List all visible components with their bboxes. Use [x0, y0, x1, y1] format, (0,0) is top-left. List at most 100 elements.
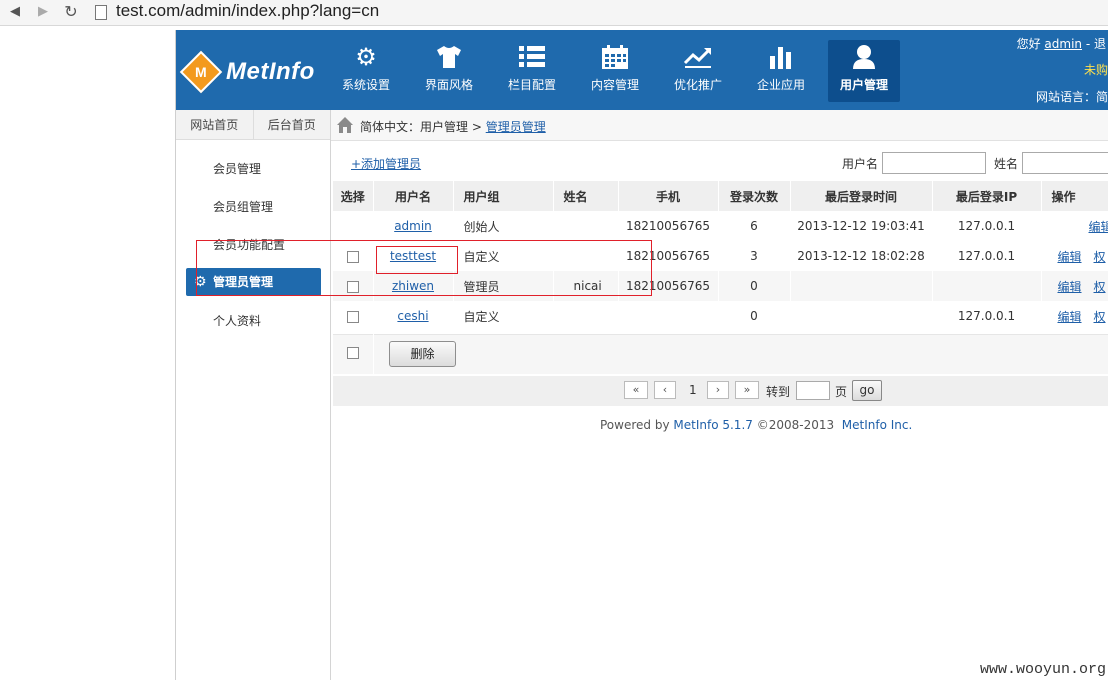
sidebar-item-member-group-management[interactable]: 会员组管理 [213, 198, 273, 215]
edit-link[interactable]: 编辑 [1058, 280, 1082, 294]
col-header-actions: 操作 [1041, 181, 1108, 211]
trend-icon [662, 40, 734, 74]
nav-label: 企业应用 [756, 78, 805, 92]
first-page-button[interactable]: « [624, 381, 648, 399]
metinfo-logo[interactable]: M MetInfo [179, 50, 315, 94]
last-login-ip-cell: 127.0.0.1 [932, 301, 1042, 331]
reload-icon[interactable]: ↻ [62, 3, 80, 21]
sidebar-item-member-management[interactable]: 会员管理 [213, 160, 261, 177]
search-name-input[interactable] [1022, 152, 1108, 174]
nav-content-management[interactable]: 内容管理 [579, 40, 651, 102]
search-username-input[interactable] [882, 152, 986, 174]
next-page-button[interactable]: › [707, 381, 729, 399]
nav-seo-promotion[interactable]: 优化推广 [662, 40, 734, 102]
nav-label: 用户管理 [839, 78, 888, 92]
edit-link[interactable]: 编辑 [1058, 250, 1082, 264]
phone-cell: 18210056765 [618, 211, 719, 241]
nav-label: 系统设置 [341, 78, 390, 92]
nav-label: 优化推广 [673, 78, 722, 92]
col-header-last-login-time: 最后登录时间 [790, 181, 933, 211]
name-cell [553, 211, 619, 241]
col-header-last-login-ip: 最后登录IP [932, 181, 1042, 211]
sidebar-divider [330, 110, 331, 680]
phone-cell [618, 301, 719, 331]
actions-cell: 编辑权 [1041, 241, 1108, 271]
username-link[interactable]: admin [394, 219, 432, 233]
search-username-label: 用户名 [842, 157, 879, 171]
goto-label: 转到 [766, 385, 791, 399]
permission-link[interactable]: 权 [1094, 280, 1106, 294]
home-icon[interactable] [336, 116, 354, 134]
row-checkbox[interactable] [346, 310, 359, 323]
back-arrow-icon[interactable]: ◀ [6, 3, 24, 21]
powered-by-footer: Powered by MetInfo 5.1.7 ©2008-2013 MetI… [600, 418, 913, 432]
tshirt-icon [413, 40, 485, 74]
tab-site-home[interactable]: 网站首页 [176, 110, 253, 139]
site-language: 网站语言：简 [1035, 90, 1108, 104]
login-count-cell: 6 [718, 211, 791, 241]
company-link[interactable]: MetInfo Inc. [842, 418, 913, 432]
breadcrumb: 简体中文：用户管理 > 管理员管理 [331, 110, 1108, 141]
sidebar-item-profile[interactable]: 个人资料 [213, 312, 261, 329]
actions-cell: 编辑权 [1041, 301, 1108, 331]
bar-chart-icon [745, 40, 817, 74]
table-row: admin 创始人 18210056765 6 2013-12-12 19:03… [333, 211, 1108, 241]
actions-cell: 编辑 [1041, 211, 1108, 241]
actions-cell: 编辑权 [1041, 271, 1108, 301]
col-header-username: 用户名 [373, 181, 454, 211]
select-all-checkbox[interactable] [347, 347, 359, 359]
name-cell [553, 301, 619, 331]
group-cell: 自定义 [453, 301, 554, 331]
breadcrumb-path: 简体中文：用户管理 > [360, 120, 482, 134]
group-cell: 创始人 [453, 211, 554, 241]
nav-label: 界面风格 [424, 78, 473, 92]
user-icon [828, 40, 900, 74]
prev-page-button[interactable]: ‹ [654, 381, 676, 399]
col-header-group: 用户组 [453, 181, 554, 211]
col-header-phone: 手机 [618, 181, 719, 211]
highlight-annotation-username [376, 246, 458, 274]
list-icon [496, 40, 568, 74]
last-login-time-cell [790, 301, 933, 331]
last-login-ip-cell: 127.0.0.1 [932, 211, 1042, 241]
add-admin-link[interactable]: +添加管理员 [351, 155, 421, 172]
last-login-ip-cell: 127.0.0.1 [932, 241, 1042, 271]
breadcrumb-current[interactable]: 管理员管理 [486, 120, 546, 134]
nav-system-settings[interactable]: ⚙ 系统设置 [330, 40, 402, 102]
edit-link[interactable]: 编辑 [1058, 310, 1082, 324]
address-bar[interactable]: test.com/admin/index.php?lang=cn [116, 1, 379, 21]
product-link[interactable]: MetInfo 5.1.7 [673, 418, 753, 432]
login-count-cell: 3 [718, 241, 791, 271]
tab-admin-home[interactable]: 后台首页 [252, 110, 331, 139]
go-button[interactable]: go [852, 380, 882, 401]
forward-arrow-icon[interactable]: ▶ [34, 3, 52, 21]
nav-user-management[interactable]: 用户管理 [828, 40, 900, 102]
last-login-time-cell [790, 271, 933, 301]
permission-link[interactable]: 权 [1094, 250, 1106, 264]
last-page-button[interactable]: » [735, 381, 759, 399]
browser-toolbar: ◀ ▶ ↻ test.com/admin/index.php?lang=cn [0, 0, 1108, 26]
last-login-ip-cell [932, 271, 1042, 301]
page-icon [95, 5, 107, 20]
delete-button[interactable]: 删除 [389, 341, 456, 367]
permission-link[interactable]: 权 [1094, 310, 1106, 324]
nav-column-config[interactable]: 栏目配置 [496, 40, 568, 102]
nav-label: 内容管理 [590, 78, 639, 92]
logo-mark-icon: M [179, 50, 223, 94]
nav-theme-style[interactable]: 界面风格 [413, 40, 485, 102]
admin-header: M MetInfo ⚙ 系统设置 界面风格 栏目配置 内容管理 优化推广 企业应… [176, 30, 1108, 110]
greeting: 您好 admin - 退 [1016, 37, 1106, 51]
login-count-cell: 0 [718, 301, 791, 331]
goto-page-input[interactable] [796, 381, 830, 400]
current-page: 1 [689, 383, 697, 397]
col-header-login-count: 登录次数 [718, 181, 791, 211]
table-header-row: 选择 用户名 用户组 姓名 手机 登录次数 最后登录时间 最后登录IP 操作 [333, 181, 1108, 211]
username-link[interactable]: admin [1044, 37, 1082, 51]
gear-icon: ⚙ [355, 43, 377, 71]
row-select-cell [333, 211, 374, 241]
nav-enterprise-apps[interactable]: 企业应用 [745, 40, 817, 102]
username-link[interactable]: ceshi [397, 309, 428, 323]
last-login-time-cell: 2013-12-12 18:02:28 [790, 241, 933, 271]
license-notice[interactable]: 未购 [1084, 61, 1108, 78]
edit-link[interactable]: 编辑 [1089, 220, 1108, 234]
